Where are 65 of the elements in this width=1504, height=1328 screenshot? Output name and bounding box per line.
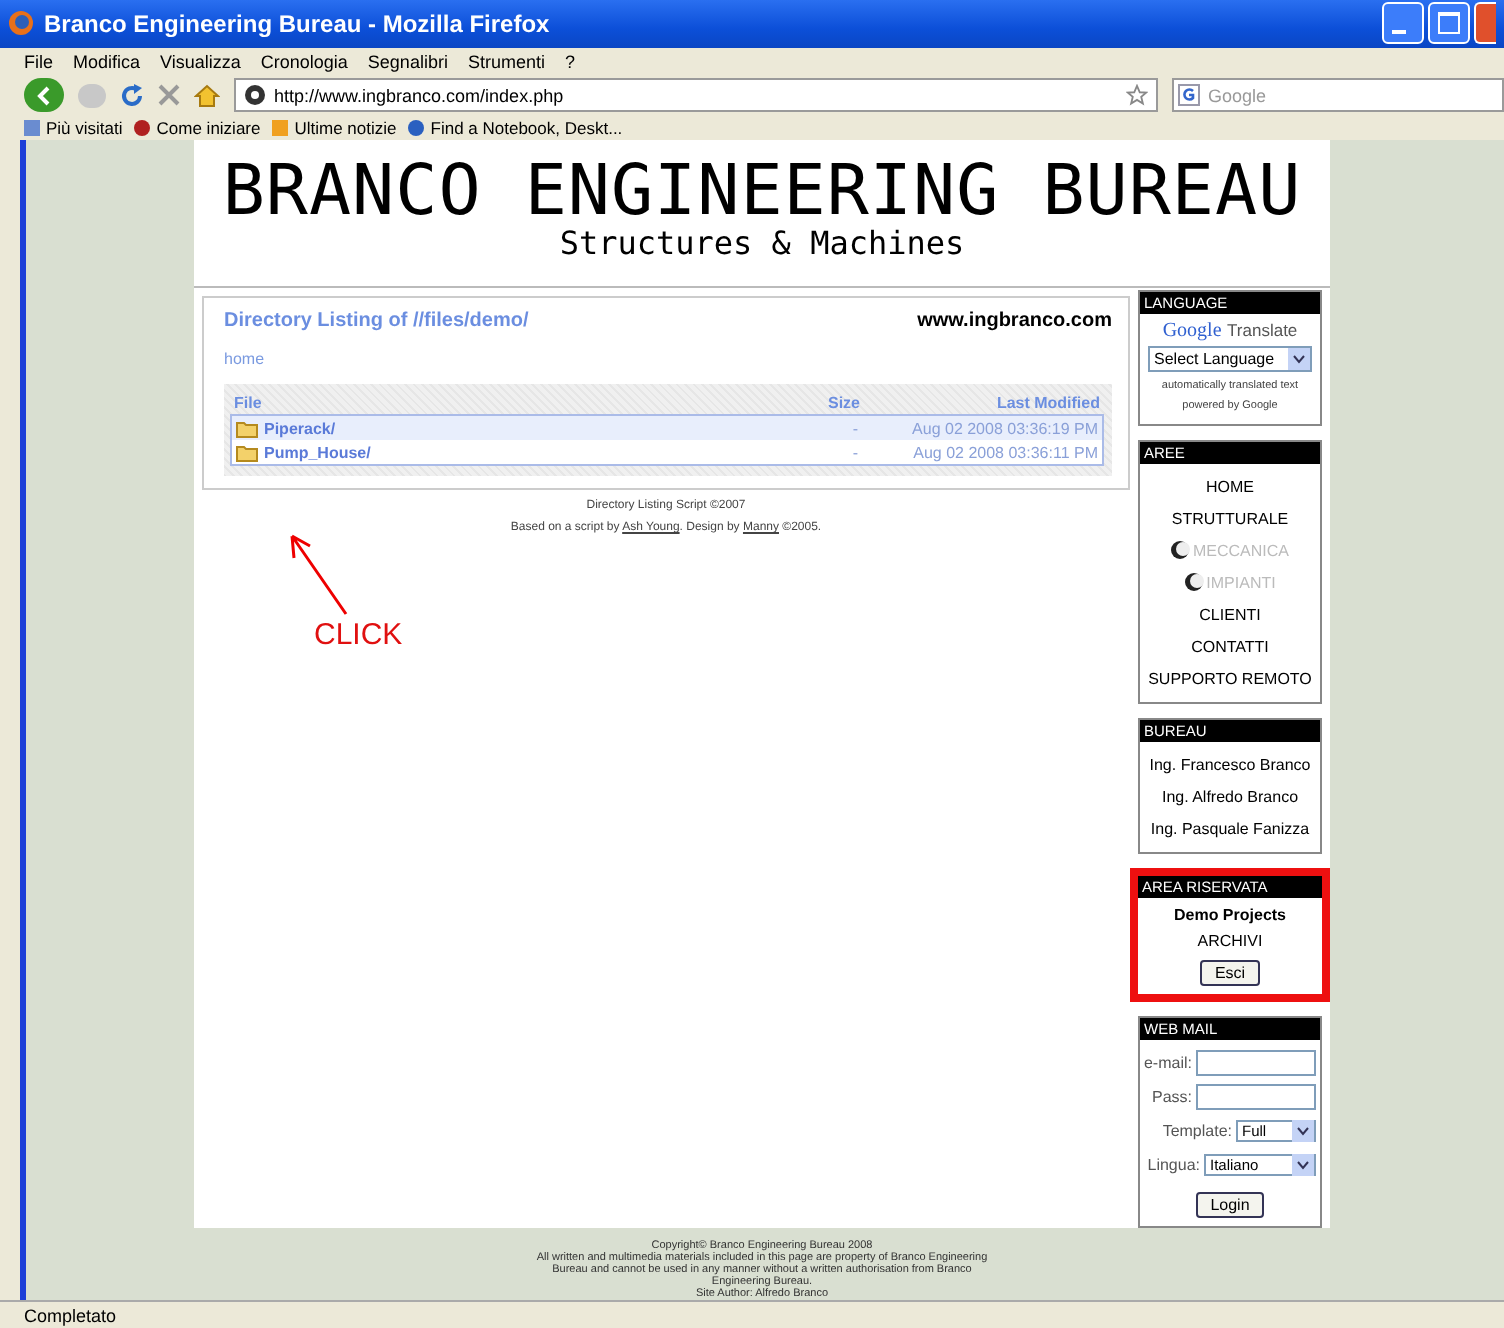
- logout-button[interactable]: Esci: [1200, 960, 1260, 987]
- menu-item[interactable]: File: [24, 52, 54, 73]
- menu-item[interactable]: Segnalibri: [367, 52, 448, 73]
- arrow-drawing: [290, 534, 350, 619]
- column-header: File: [234, 394, 264, 413]
- menu-item[interactable]: ?: [564, 52, 575, 73]
- nav-link[interactable]: CLIENTI: [1199, 605, 1261, 624]
- firefox-icon: [8, 10, 34, 37]
- bookmark-item[interactable]: Come iniziare: [134, 117, 261, 138]
- crescent-icon: [1170, 540, 1191, 561]
- minimize-button[interactable]: [1382, 2, 1424, 45]
- file-row[interactable]: Pump_House/ - Aug 02 2008 03:36:11 PM: [232, 440, 1102, 465]
- status-text: Completato: [24, 1305, 117, 1326]
- google-logo: Google: [1162, 320, 1222, 343]
- menu-item[interactable]: Strumenti: [467, 52, 545, 73]
- modified-cell-text: Aug 02 2008 03:36:19 PM: [910, 419, 1098, 438]
- size-cell-text: -: [850, 419, 858, 438]
- reload-icon[interactable]: [120, 83, 144, 108]
- folder-link[interactable]: Pump_House/: [264, 443, 371, 462]
- dropdown-icon: [1292, 354, 1306, 365]
- archive-link[interactable]: ARCHIVI: [1197, 932, 1263, 951]
- listing-title: Directory Listing of //files/demo/: [224, 310, 529, 333]
- menu-item[interactable]: Cronologia: [260, 52, 348, 73]
- field-label: Lingua:: [1147, 1156, 1200, 1175]
- domain-label: www.ingbranco.com: [917, 310, 1112, 333]
- site-icon: [244, 84, 266, 107]
- nav-link[interactable]: CONTATTI: [1191, 637, 1269, 656]
- column-header: Last Modified: [994, 394, 1100, 413]
- search-engine-icon[interactable]: [1178, 84, 1200, 107]
- email-field[interactable]: [1196, 1050, 1316, 1077]
- field-label: Pass:: [1151, 1088, 1192, 1107]
- back-button[interactable]: [24, 78, 64, 113]
- translate-label: Translate: [1227, 320, 1298, 341]
- login-button[interactable]: Login: [1196, 1192, 1264, 1219]
- nav-link[interactable]: Ing. Pasquale Fanizza: [1150, 819, 1310, 838]
- menu-item[interactable]: Visualizza: [160, 52, 241, 73]
- column-header: Size: [825, 394, 860, 413]
- site-subtitle: Structures & Machines: [559, 224, 965, 263]
- bookmark-item[interactable]: Ultime notizie: [272, 117, 397, 138]
- nav-link[interactable]: HOME: [1206, 477, 1254, 496]
- nav-link[interactable]: STRUTTURALE: [1171, 509, 1289, 528]
- password-field[interactable]: [1196, 1084, 1316, 1111]
- stop-icon[interactable]: [158, 84, 180, 107]
- nav-link[interactable]: Ing. Alfredo Branco: [1161, 787, 1299, 806]
- size-cell-text: -: [850, 443, 858, 462]
- modified-cell-text: Aug 02 2008 03:36:11 PM: [911, 443, 1098, 462]
- section-title: Demo Projects: [1173, 906, 1287, 925]
- dropdown-icon: [1296, 1126, 1310, 1137]
- star-icon[interactable]: [1126, 84, 1148, 107]
- dropdown-icon: [1296, 1160, 1310, 1171]
- crescent-icon: [1184, 572, 1205, 593]
- nav-link[interactable]: Ing. Francesco Branco: [1149, 755, 1311, 774]
- nav-link[interactable]: SUPPORTO REMOTO: [1148, 669, 1312, 688]
- maximize-button[interactable]: [1428, 2, 1470, 45]
- close-button[interactable]: [1474, 2, 1496, 45]
- field-label: Template:: [1162, 1122, 1232, 1141]
- bookmark-item[interactable]: Più visitati: [24, 117, 123, 138]
- home-icon[interactable]: [194, 83, 220, 108]
- bookmark-item[interactable]: Find a Notebook, Deskt...: [408, 117, 623, 138]
- language-select[interactable]: Select Language: [1148, 346, 1312, 373]
- window-title: Branco Engineering Bureau - Mozilla Firefox: [44, 9, 552, 38]
- menu-item[interactable]: Modifica: [73, 52, 141, 73]
- field-label: e-mail:: [1143, 1054, 1192, 1073]
- address-field[interactable]: http://www.ingbranco.com/index.php: [234, 78, 1158, 113]
- annotation-label: CLICK: [314, 618, 403, 653]
